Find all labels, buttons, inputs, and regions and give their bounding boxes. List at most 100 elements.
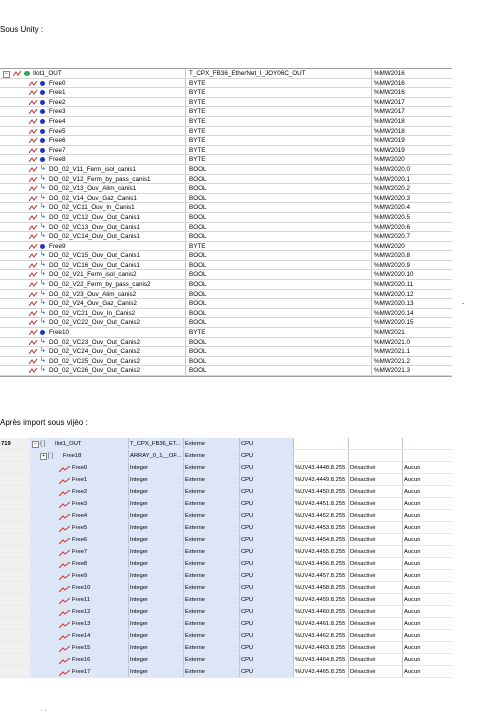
unity-row[interactable]: ↳ DO_02_VC16_Ouv_Out_Canis1 BOOL %MW2020.9 [0,260,452,271]
vijeo-row[interactable]: Free10 Integer Externe CPU %UV43.4458.8.255 D… [0,582,452,594]
byte-dot-icon [40,99,45,105]
variable-link-icon [28,214,38,221]
bool-arrow-icon: ↳ [40,203,46,211]
variable-name-cell: ↳ DO_02_VC22_Ouv_Out_Canis2 [0,318,186,328]
vijeo-row[interactable]: Free3 Integer Externe CPU %UV43.4451.8.255 Dé… [0,498,452,510]
variable-name: DO_02_V24_Ouv_Gaz_Canis2 [49,300,137,308]
unity-row[interactable]: ↳ DO_02_V11_Ferm_isol_canis1 BOOL %MW2020.0 [0,164,452,175]
vijeo-row[interactable]: Free8 Integer Externe CPU %UV43.4456.8.255 Dé… [0,558,452,570]
unity-row[interactable]: ↳ DO_02_V24_Ouv_Gaz_Canis2 BOOL %MW2020.13 [0,299,452,309]
unity-row[interactable]: − Ilot1_OUT T_CPX_FB36_EtherNet_I_JOY06C_O… [0,69,452,79]
variable-alarm: Aucun [402,462,452,473]
variable-name: Free5 [49,127,66,135]
unity-row[interactable]: ↳ DO_02_V14_Ouv_Gaz_Canis1 BOOL %MW2020.3 [0,193,452,204]
variable-address: %MW2020.11 [374,281,414,289]
variable-name-cell: Free3 [0,107,186,116]
vijeo-row[interactable]: Free15 Integer Externe CPU %UV43.4463.8.255 D… [0,642,452,654]
unity-row[interactable]: Free2 BYTE %MW2017 [0,97,452,108]
unity-row[interactable]: Free0 BYTE %MW2016 [0,78,452,89]
variable-alarm: Aucun [402,534,452,545]
unity-row[interactable]: ↳ DO_02_V23_Ouv_Alim_canis2 BOOL %MW2020.12 [0,289,452,300]
unity-row[interactable]: ↳ DO_02_V22_Ferm_by_pass_canis2 BOOL %MW202… [0,280,452,290]
unity-row[interactable]: Free5 BYTE %MW2018 [0,126,452,137]
vijeo-row[interactable]: Free1 Integer Externe CPU %UV43.4449.8.255 Dé… [0,474,452,486]
variable-name: Free15 [72,645,91,651]
variable-name-cell: Free0 [0,78,186,88]
vijeo-row[interactable]: Free14 Integer Externe CPU %UV43.4462.8.255 D… [0,630,452,642]
variable-source: Externe [183,594,239,605]
variable-address: %MW2016 [374,70,405,77]
variable-type: BYTE [186,88,372,97]
vijeo-row[interactable]: Free7 Integer Externe CPU %UV43.4455.8.255 Dé… [0,546,452,558]
variable-source: Externe [183,522,239,533]
unity-row[interactable]: Free10 BYTE %MW2021 [0,328,452,338]
vijeo-row[interactable]: +[ ] Free18 ARRAY_0_1__OF... Externe CPU [0,450,452,462]
variable-state: Désactivé [348,654,402,665]
collapse-toggle-icon[interactable]: − [32,441,39,448]
variable-name: Free3 [49,108,66,116]
unity-row[interactable]: ↳ DO_02_VC25_Ouv_Out_Canis2 BOOL %MW2021.2 [0,356,452,367]
unity-row[interactable]: ↳ DO_02_VC14_Ouv_Out_Canis1 BOOL %MW2020.7 [0,232,452,242]
unity-row[interactable]: Free9 BYTE %MW2020 [0,241,452,252]
unity-row[interactable]: ↳ DO_02_V21_Ferm_isol_canis2 BOOL %MW2020.1… [0,270,452,281]
unity-row[interactable]: Free8 BYTE %MW2020 [0,155,452,165]
variable-source: Externe [183,474,239,485]
variable-type: Integer [128,462,183,473]
expand-toggle-icon[interactable]: + [40,453,47,460]
unity-row[interactable]: Free6 BYTE %MW2019 [0,136,452,146]
unity-row[interactable]: ↳ DO_02_VC12_Ouv_Out_Canis1 BOOL %MW2020.5 [0,212,452,223]
unity-variable-table: − Ilot1_OUT T_CPX_FB36_EtherNet_I_JOY06C_O… [0,68,452,377]
unity-row[interactable]: ↳ DO_02_VC26_Ouv_Out_Canis2 BOOL %MW2021.3 [0,366,452,376]
row-id [0,498,30,509]
vijeo-row[interactable]: Free11 Integer Externe CPU %UV43.4459.8.255 D… [0,594,452,606]
bool-arrow-icon: ↳ [40,251,46,259]
vijeo-row[interactable]: Free0 Integer Externe CPU %UV43.4448.8.255 Dé… [0,462,452,474]
variable-address: %MW2017 [374,108,405,116]
unity-row[interactable]: ↳ DO_02_VC24_Ouv_Out_Canis2 BOOL %MW2021.1 [0,347,452,357]
collapse-toggle-icon[interactable]: − [3,71,10,78]
vijeo-row[interactable]: Free5 Integer Externe CPU %UV43.4453.8.255 Dé… [0,522,452,534]
unity-row[interactable]: Free1 BYTE %MW2016 [0,88,452,98]
vijeo-row[interactable]: Free6 Integer Externe CPU %UV43.4454.8.255 Dé… [0,534,452,546]
variable-address: %UV43.4457.8.255 [293,570,348,581]
vijeo-row[interactable]: Free9 Integer Externe CPU %UV43.4457.8.255 Dé… [0,570,452,582]
unity-row[interactable]: ↳ DO_02_VC13_Ouv_Out_Canis1 BOOL %MW2020.6 [0,222,452,233]
vijeo-row[interactable]: Free4 Integer Externe CPU %UV43.4452.8.255 Dé… [0,510,452,522]
unity-row[interactable]: ↳ DO_02_VC15_Ouv_Out_Canis1 BOOL %MW2020.8 [0,251,452,261]
unity-row[interactable]: ↳ DO_02_V13_Ouv_Alim_canis1 BOOL %MW2020.2 [0,184,452,194]
bool-arrow-icon: ↳ [40,193,46,201]
variable-source: Externe [183,570,239,581]
variable-name-cell: Free12 [30,606,128,617]
vijeo-row[interactable]: Free2 Integer Externe CPU %UV43.4450.8.255 Dé… [0,486,452,498]
variable-link-icon [28,224,38,231]
unity-row[interactable]: Free7 BYTE %MW2019 [0,145,452,156]
unity-row[interactable]: ↳ DO_02_VC22_Ouv_Out_Canis2 BOOL %MW2020.15 [0,318,452,329]
unity-row[interactable]: ↳ DO_02_VC23_Ouv_Out_Canis2 BOOL %MW2021.0 [0,337,452,348]
variable-address: %UV43.4463.8.255 [293,642,348,653]
variable-alarm [402,450,452,461]
variable-address: %MW2020.10 [374,271,414,279]
variable-type: Integer [128,582,183,593]
variable-address: %MW2020.4 [374,204,411,212]
unity-row[interactable]: Free3 BYTE %MW2017 [0,107,452,117]
unity-row[interactable]: ↳ DO_02_VC11_Ouv_In_Canis1 BOOL %MW2020.4 [0,203,452,213]
unity-row[interactable]: Free4 BYTE %MW2018 [0,116,452,127]
vijeo-row[interactable]: Free17 Integer Externe CPU %UV43.4465.8.255 D… [0,666,452,678]
unity-row[interactable]: ↳ DO_02_VC21_Ouv_In_Canis2 BOOL %MW2020.14 [0,308,452,319]
unity-row[interactable]: ↳ DO_02_V12_Ferm_by_pass_canis1 BOOL %MW202… [0,174,452,185]
byte-dot-icon [40,109,45,115]
variable-link-icon [28,310,38,317]
vijeo-row[interactable]: Free12 Integer Externe CPU %UV43.4460.8.255 D… [0,606,452,618]
bool-arrow-icon: ↳ [40,174,46,182]
variable-address: %UV43.4449.8.255 [293,474,348,485]
vijeo-row[interactable]: Free16 Integer Externe CPU %UV43.4464.8.255 D… [0,654,452,666]
variable-name-cell: Free7 [0,145,186,155]
integer-wave-icon [58,573,71,581]
vijeo-row[interactable]: Free13 Integer Externe CPU %UV43.4461.8.255 D… [0,618,452,630]
variable-state: Désactivé [348,546,402,557]
variable-name-cell: ↳ DO_02_V13_Ouv_Alim_canis1 [0,184,186,193]
variable-name: Free7 [49,146,66,154]
variable-state: Désactivé [348,582,402,593]
byte-dot-icon [40,90,45,96]
vijeo-row[interactable]: 719−{ } Ilot1_OUT T_CPX_FB36_ET... Externe C… [0,438,452,450]
